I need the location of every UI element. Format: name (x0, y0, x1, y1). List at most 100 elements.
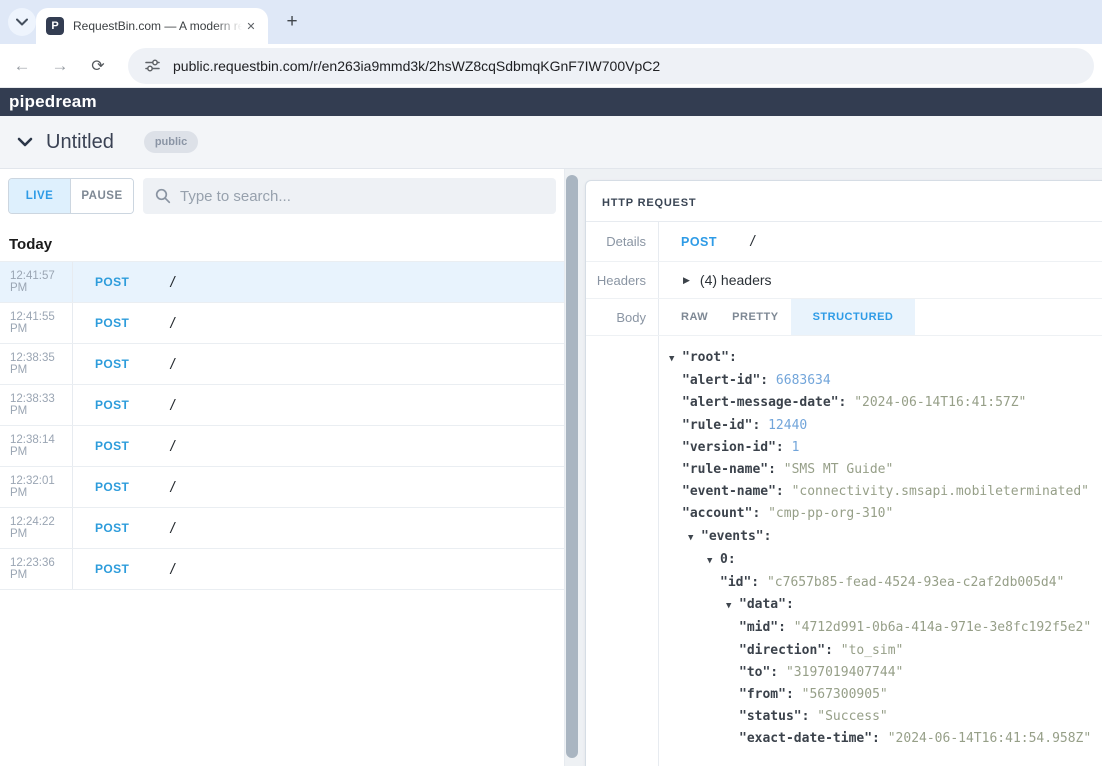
tree-key: "alert-id": (682, 373, 768, 388)
request-row[interactable]: 12:32:01 PM POST / (0, 467, 564, 508)
tree-value: "c7657b85-fead-4524-93ea-c2af2db005d4" (759, 575, 1064, 590)
collapse-arrow-icon[interactable]: ▼ (669, 348, 682, 370)
tree-key: "to": (739, 665, 778, 680)
tree-node: "exact-date-time": "2024-06-14T16:41:54.… (669, 728, 1102, 750)
bin-title-bar: Untitled public (0, 116, 1102, 169)
request-row[interactable]: 12:24:22 PMPOST/ (0, 508, 564, 549)
tree-node[interactable]: ▼"data": (669, 594, 1102, 617)
request-time: 12:38:35 PM (0, 344, 73, 384)
back-icon[interactable]: ← (6, 50, 38, 82)
panel-scrollbar[interactable] (566, 175, 578, 758)
request-path: / (169, 467, 177, 507)
main-content: LIVE PAUSE Today 12:41:57 PMPOST/12:41:5… (0, 169, 1102, 766)
bin-name: Untitled (46, 131, 114, 154)
request-path: / (169, 385, 177, 425)
tree-key: "account": (682, 506, 760, 521)
pause-button[interactable]: PAUSE (71, 179, 133, 213)
collapse-arrow-icon[interactable]: ▼ (726, 595, 739, 617)
live-button[interactable]: LIVE (9, 179, 71, 213)
reload-icon[interactable]: ⟳ (82, 50, 114, 82)
tree-value: "cmp-pp-org-310" (760, 506, 893, 521)
search-icon (155, 188, 171, 204)
request-time: 12:23:36 PM (0, 549, 73, 589)
request-row[interactable]: 12:41:57 PMPOST/ (0, 262, 564, 303)
body-tab-structured[interactable]: STRUCTURED (791, 299, 916, 335)
tree-node[interactable]: ▼"events": (669, 526, 1102, 549)
details-label: Details (586, 222, 659, 261)
search-box[interactable] (143, 178, 556, 214)
body-label: Body (586, 299, 659, 335)
request-time: 12:32:01 PM (0, 467, 73, 507)
tree-key: "id": (720, 575, 759, 590)
tree-gutter (586, 336, 659, 766)
tree-node: "account": "cmp-pp-org-310" (669, 503, 1102, 525)
body-tab-pretty[interactable]: PRETTY (720, 299, 790, 335)
tree-node: "from": "567300905" (669, 684, 1102, 706)
body-view-tabs: RAWPRETTYSTRUCTURED (659, 299, 1102, 335)
url-text: public.requestbin.com/r/en263ia9mmd3k/2h… (173, 58, 660, 74)
request-method: POST (95, 426, 141, 466)
request-path: / (169, 262, 177, 302)
browser-tab-bar: P RequestBin.com — A modern re ✕ + (0, 0, 1102, 44)
collapse-arrow-icon[interactable]: ▼ (688, 527, 701, 549)
tree-key: "rule-name": (682, 462, 776, 477)
collapse-arrow-icon[interactable]: ▼ (707, 550, 720, 572)
tree-key: "exact-date-time": (739, 731, 880, 746)
tree-value: "2024-06-14T16:41:54.958Z" (880, 731, 1091, 746)
request-path: / (169, 549, 177, 589)
tree-value: 12440 (760, 418, 807, 433)
tree-key: "root": (682, 350, 737, 365)
forward-icon[interactable]: → (44, 50, 76, 82)
headers-row: Headers ▶ (4) headers (586, 262, 1102, 299)
tree-value: "to_sim" (833, 643, 903, 658)
tree-value: 6683634 (768, 373, 831, 388)
tree-node: "to": "3197019407744" (669, 662, 1102, 684)
request-method: POST (95, 262, 141, 302)
bin-collapse-button[interactable] (14, 131, 36, 153)
request-time: 12:38:33 PM (0, 385, 73, 425)
request-path: / (169, 344, 177, 384)
tree-key: "alert-message-date": (682, 395, 846, 410)
request-row[interactable]: 12:41:55 PMPOST/ (0, 303, 564, 344)
tree-node: "rule-id": 12440 (669, 415, 1102, 437)
tree-node: "mid": "4712d991-0b6a-414a-971e-3e8fc192… (669, 617, 1102, 639)
http-request-panel: HTTP REQUEST Details POST / Headers ▶ (4… (585, 180, 1102, 766)
request-row[interactable]: 12:38:33 PM POST / (0, 385, 564, 426)
request-rows: 12:41:57 PMPOST/12:41:55 PMPOST/12:38:35… (0, 261, 564, 590)
address-bar[interactable]: public.requestbin.com/r/en263ia9mmd3k/2h… (128, 48, 1094, 84)
request-time: 12:41:55 PM (0, 303, 73, 343)
request-row[interactable]: 12:38:35 PMPOST/ (0, 344, 564, 385)
tab-search-chevron-button[interactable] (8, 8, 36, 36)
tree-node: "id": "c7657b85-fead-4524-93ea-c2af2db00… (669, 572, 1102, 594)
tree-value: "4712d991-0b6a-414a-971e-3e8fc192f5e2" (786, 620, 1091, 635)
new-tab-button[interactable]: + (280, 10, 304, 34)
browser-tab[interactable]: P RequestBin.com — A modern re ✕ (36, 8, 268, 44)
request-method: POST (95, 385, 141, 425)
app-header: pipedream (0, 88, 1102, 116)
tree-key: "from": (739, 687, 794, 702)
body-tab-raw[interactable]: RAW (669, 299, 720, 335)
tree-node[interactable]: ▼0: (669, 549, 1102, 572)
headers-expand-icon[interactable]: ▶ (683, 275, 690, 286)
site-settings-icon[interactable] (144, 57, 161, 74)
tree-node[interactable]: ▼"root": (669, 347, 1102, 370)
live-pause-toggle: LIVE PAUSE (8, 178, 134, 214)
tree-key: "rule-id": (682, 418, 760, 433)
request-method: POST (95, 467, 141, 507)
search-input[interactable] (180, 188, 544, 205)
request-path: / (749, 234, 757, 249)
headers-summary[interactable]: (4) headers (700, 272, 772, 288)
request-path: / (169, 426, 177, 466)
pipedream-logo: pipedream (9, 92, 97, 112)
request-row[interactable]: 12:38:14 PMPOST/ (0, 426, 564, 467)
tree-key: "status": (739, 709, 809, 724)
tree-value: 1 (784, 440, 800, 455)
request-time: 12:24:22 PM (0, 508, 73, 548)
request-method: POST (95, 508, 141, 548)
tree-key: 0: (720, 552, 736, 567)
request-row[interactable]: 12:23:36 PMPOST/ (0, 549, 564, 590)
tree-key: "version-id": (682, 440, 784, 455)
tab-close-icon[interactable]: ✕ (242, 17, 260, 35)
tree-key: "event-name": (682, 484, 784, 499)
tree-node: "status": "Success" (669, 706, 1102, 728)
